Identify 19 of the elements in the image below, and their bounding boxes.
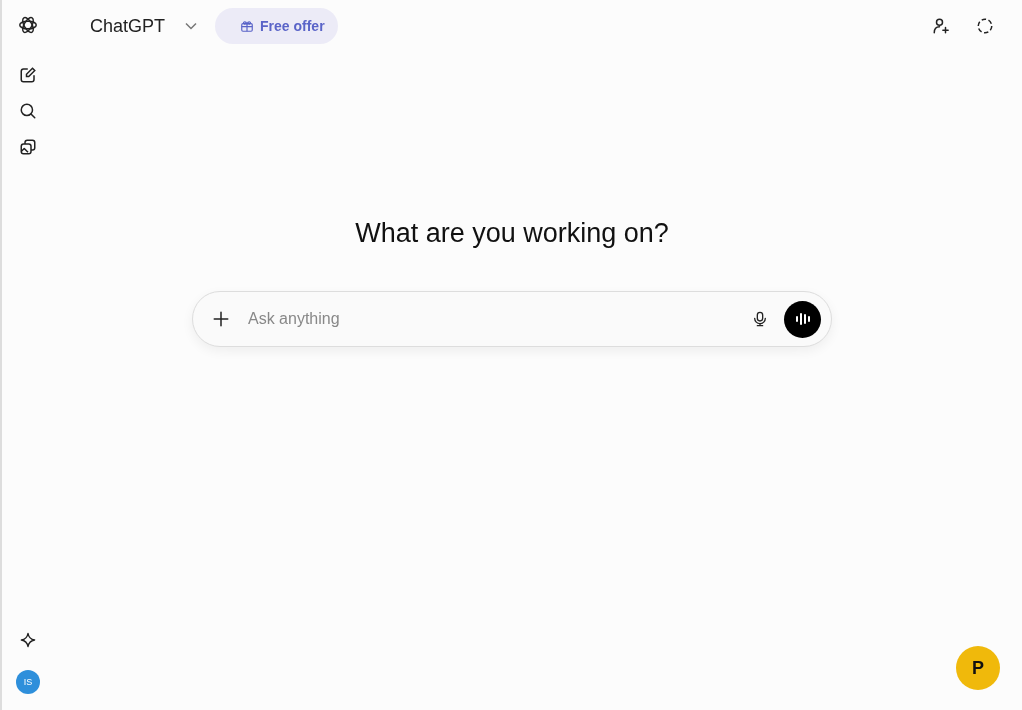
microphone-icon[interactable] <box>752 310 768 328</box>
add-person-icon[interactable] <box>932 17 950 35</box>
new-chat-icon[interactable] <box>19 66 37 84</box>
dashed-circle-icon[interactable] <box>976 17 994 35</box>
composer-field[interactable]: Ask anything <box>192 291 832 347</box>
model-selector[interactable]: ChatGPT <box>86 15 202 37</box>
chevron-down-icon <box>185 22 198 30</box>
floating-button[interactable]: P <box>956 646 1000 690</box>
message-input[interactable]: Ask anything <box>246 309 736 329</box>
sparkle-icon[interactable] <box>20 632 36 648</box>
gift-icon <box>240 19 255 33</box>
waveform-icon <box>794 312 811 326</box>
plus-icon[interactable] <box>212 310 230 328</box>
logo-icon[interactable] <box>17 14 39 36</box>
voice-button[interactable] <box>784 300 821 338</box>
heading: What are you working on? <box>355 218 669 249</box>
free-offer-button[interactable]: Free offer <box>215 8 338 44</box>
images-icon[interactable] <box>19 138 37 156</box>
search-icon[interactable] <box>19 102 37 120</box>
